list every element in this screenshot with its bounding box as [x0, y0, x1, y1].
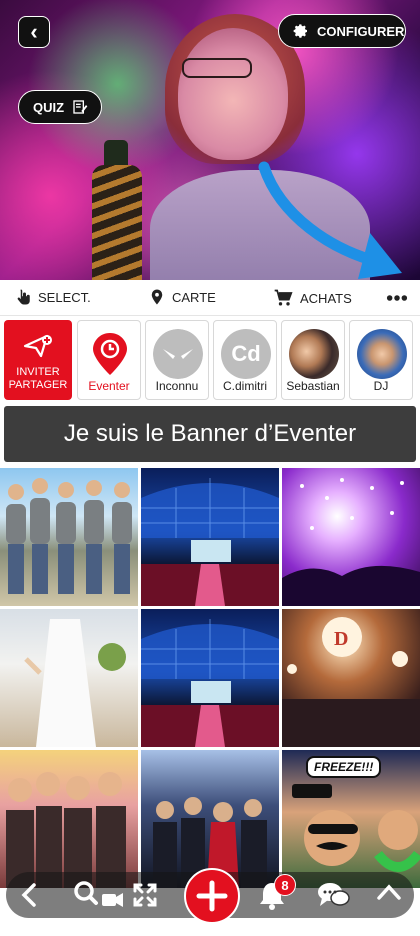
- photo-tile[interactable]: [141, 609, 279, 747]
- configure-label: CONFIGURER: [317, 23, 405, 39]
- guest-name: Inconnu: [155, 379, 199, 393]
- group-photo: [6, 478, 132, 594]
- guest-item[interactable]: DJ: [349, 320, 413, 400]
- map-button[interactable]: CARTE: [148, 288, 216, 306]
- guest-name: DJ: [373, 379, 389, 393]
- tutorial-arrow-icon: [258, 161, 402, 279]
- select-button[interactable]: SELECT.: [14, 288, 91, 306]
- photo-tile[interactable]: [0, 609, 138, 747]
- guest-item[interactable]: Sebastian: [281, 320, 345, 400]
- chevron-left-icon: [21, 883, 36, 907]
- balloon-party-photo: D: [282, 617, 420, 747]
- eventer-logo-icon: [93, 333, 127, 375]
- photo-tile[interactable]: [0, 750, 138, 888]
- friends-confetti-photo: [6, 772, 126, 888]
- alien-avatar-icon: [153, 329, 203, 379]
- guest-list: INVITER PARTAGER Eventer Inconnu Cd C.di…: [0, 318, 420, 402]
- chat-bubbles-icon: [318, 883, 350, 906]
- photo-tile[interactable]: [282, 468, 420, 606]
- edit-note-icon: [73, 100, 88, 114]
- notifications-badge: 8: [274, 874, 296, 896]
- invite-share-button[interactable]: INVITER PARTAGER: [4, 320, 72, 400]
- bottle: [92, 165, 142, 280]
- guest-item[interactable]: Inconnu: [145, 320, 209, 400]
- nav-scroll-top-button[interactable]: [376, 882, 402, 902]
- nav-search-button[interactable]: [72, 880, 126, 910]
- svg-text:D: D: [334, 628, 348, 650]
- more-options-button[interactable]: [386, 294, 408, 302]
- guest-name: Sebastian: [286, 379, 340, 393]
- shopping-cart-icon: [274, 289, 293, 306]
- select-label: SELECT.: [38, 289, 91, 305]
- photo-tile[interactable]: [0, 468, 138, 606]
- hero-person-face: [178, 28, 288, 160]
- freeze-sign: FREEZE!!!: [306, 756, 382, 778]
- back-button[interactable]: ‹: [18, 16, 50, 48]
- initials-avatar: Cd: [221, 329, 271, 379]
- nav-back-button[interactable]: [20, 882, 38, 908]
- eventer-banner[interactable]: Je suis le Banner d’Eventer: [4, 406, 416, 462]
- guest-name: C.dimitri: [223, 379, 267, 393]
- bride-photo: [24, 619, 126, 747]
- map-label: CARTE: [172, 289, 216, 305]
- photo-tile[interactable]: FREEZE!!!: [282, 750, 420, 888]
- concert-hall-photo: [141, 478, 279, 606]
- gear-icon: [293, 24, 307, 38]
- guest-avatar-photo: [357, 329, 407, 379]
- photo-grid: D FREEZE!!!: [0, 468, 420, 936]
- avatar-initials: Cd: [231, 341, 261, 366]
- concert-hall-photo: [141, 619, 279, 747]
- glasses: [182, 58, 252, 78]
- chevron-up-icon: [377, 884, 401, 900]
- guest-item[interactable]: Eventer: [77, 320, 141, 400]
- confetti-party-photo: [282, 478, 420, 606]
- purchases-label: ACHATS: [300, 290, 352, 306]
- guest-avatar-photo: [289, 329, 339, 379]
- hand-pointer-icon: [17, 289, 30, 305]
- share-label: PARTAGER: [8, 379, 68, 391]
- invite-label: INVITER: [16, 366, 60, 378]
- search-video-icon: [74, 881, 123, 907]
- guest-name: Eventer: [88, 379, 130, 393]
- plus-icon: [196, 880, 228, 912]
- banner-text: Je suis le Banner d’Eventer: [63, 420, 357, 447]
- quiz-label: QUIZ: [33, 99, 65, 115]
- purchases-button[interactable]: ACHATS: [272, 288, 352, 308]
- expand-icon: [133, 883, 157, 907]
- send-plus-icon: [23, 334, 52, 358]
- quiz-button[interactable]: QUIZ: [18, 90, 102, 124]
- nav-fullscreen-button[interactable]: [132, 882, 158, 908]
- chevron-left-icon: ‹: [30, 19, 38, 44]
- guest-item[interactable]: Cd C.dimitri: [213, 320, 277, 400]
- location-pin-icon: [151, 289, 163, 305]
- more-dots-icon: [386, 295, 408, 301]
- configure-button[interactable]: CONFIGURER: [278, 14, 406, 48]
- photo-tile[interactable]: D: [282, 609, 420, 747]
- nav-chat-button[interactable]: [316, 880, 350, 910]
- action-toolbar: SELECT. CARTE ACHATS: [0, 280, 420, 316]
- add-content-button[interactable]: [184, 868, 240, 924]
- photo-tile[interactable]: [141, 468, 279, 606]
